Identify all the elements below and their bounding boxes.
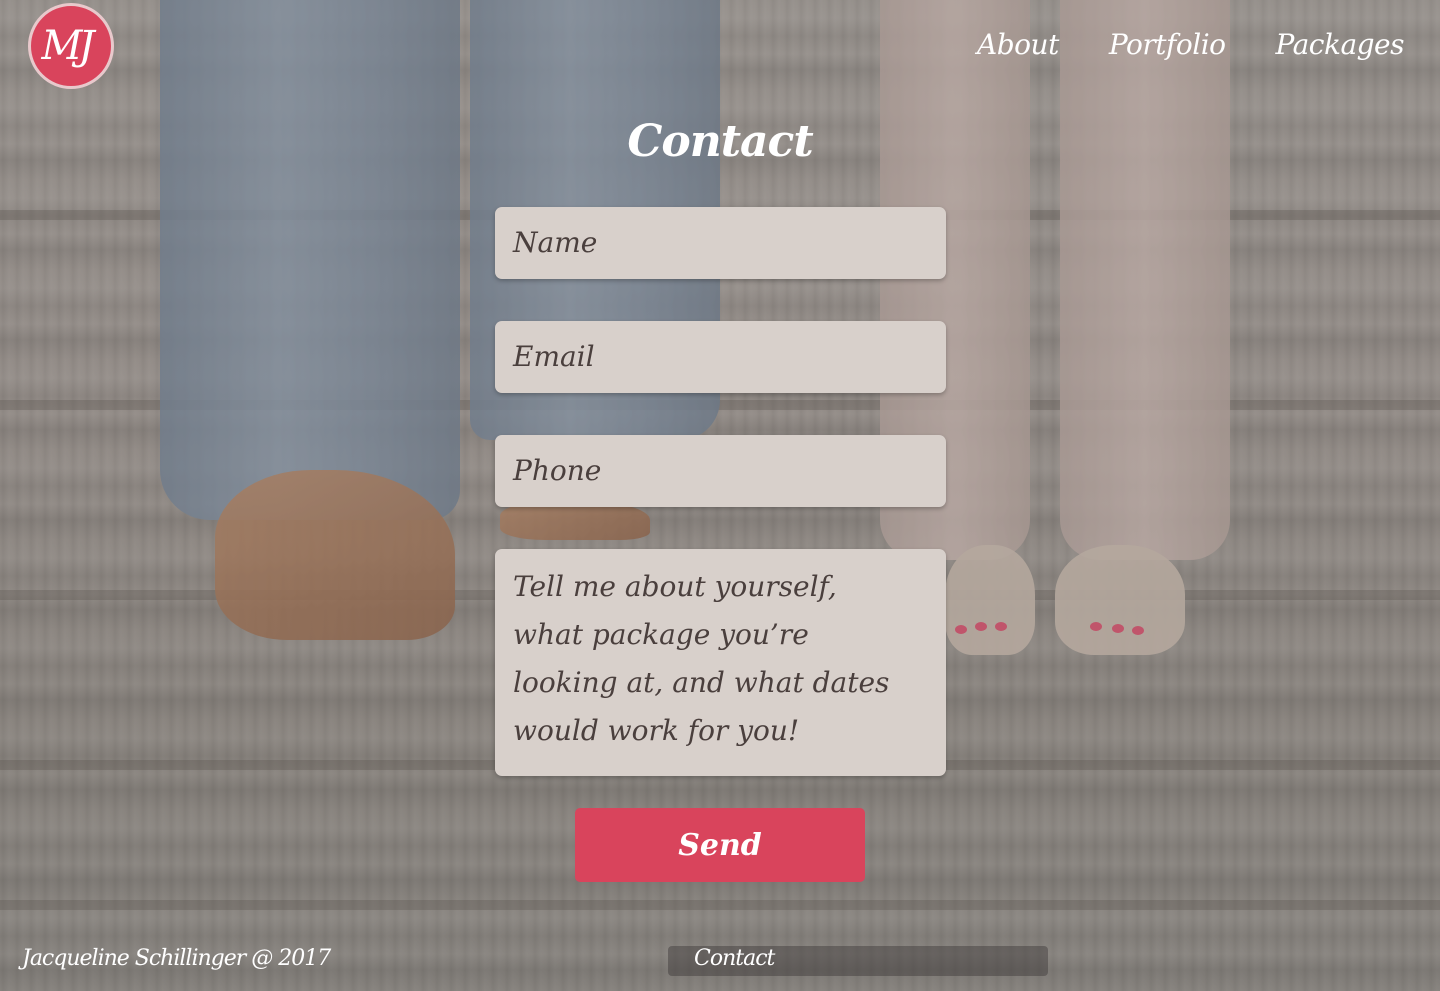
message-placeholder-line: Tell me about yourself, — [513, 570, 837, 603]
phone-field[interactable]: Phone — [495, 435, 946, 507]
name-placeholder: Name — [513, 226, 598, 259]
nav-about[interactable]: About — [977, 28, 1059, 61]
message-placeholder-line: looking at, and what dates — [513, 666, 890, 699]
message-placeholder-line: would work for you! — [513, 714, 800, 747]
copyright: Jacqueline Schillinger @ 2017 — [22, 946, 331, 971]
logo-text: MJ — [41, 23, 95, 69]
logo[interactable]: MJ — [28, 3, 114, 89]
phone-placeholder: Phone — [513, 454, 602, 487]
main-nav: About Portfolio Packages — [977, 28, 1404, 61]
page-title: Contact — [627, 116, 813, 167]
email-field[interactable]: Email — [495, 321, 946, 393]
message-field[interactable]: Tell me about yourself, what package you… — [495, 549, 946, 776]
footer-contact-link[interactable]: Contact — [694, 946, 775, 971]
send-button[interactable]: Send — [575, 808, 865, 882]
email-placeholder: Email — [513, 340, 595, 373]
nav-packages[interactable]: Packages — [1276, 28, 1405, 61]
message-placeholder-line: what package you’re — [513, 618, 809, 651]
nav-portfolio[interactable]: Portfolio — [1109, 28, 1226, 61]
name-field[interactable]: Name — [495, 207, 946, 279]
